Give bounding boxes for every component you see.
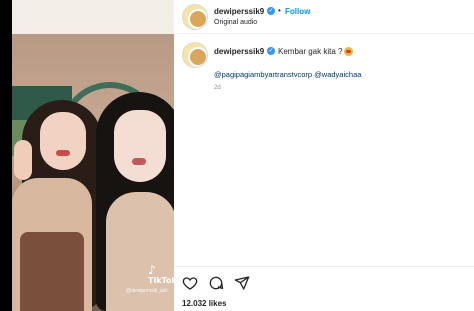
person-left-lips — [56, 150, 70, 156]
ceiling — [12, 0, 174, 34]
caption-text: Kembar gak kita ? — [278, 47, 354, 57]
post-side-panel: dewiperssik9 ✓ • Follow Original audio d… — [174, 0, 474, 311]
heart-icon[interactable] — [182, 275, 198, 291]
person-right-lips — [132, 158, 146, 165]
paper-plane-icon[interactable] — [234, 275, 250, 291]
caption-mentions: @pagipagiambyartranstvcorp @wadyaichaa — [214, 70, 361, 79]
post-actions-bar: 12.032 likes — [174, 266, 474, 311]
verified-badge-icon: ✓ — [267, 7, 275, 15]
caption-verified-badge-icon: ✓ — [267, 47, 275, 55]
likes-count[interactable]: 12.032 likes — [182, 299, 226, 308]
original-audio-link[interactable]: Original audio — [214, 19, 257, 26]
author-username[interactable]: dewiperssik9 — [214, 7, 264, 16]
person-left-hand — [14, 140, 32, 180]
comment-icon[interactable] — [208, 275, 224, 291]
follow-button[interactable]: Follow — [285, 7, 310, 16]
post-timestamp[interactable]: 2d — [214, 85, 221, 91]
person-right-face — [114, 110, 166, 182]
author-avatar[interactable] — [182, 4, 208, 30]
hot-face-emoji-icon — [344, 47, 354, 57]
left-black-bar — [0, 0, 12, 311]
caption-avatar[interactable] — [182, 42, 208, 68]
header-separator: • — [278, 6, 281, 15]
tiktok-watermark: ♪ TikTok — [148, 264, 174, 285]
mention-link[interactable]: @pagipagiambyartranstvcorp — [214, 70, 312, 79]
post-header: dewiperssik9 ✓ • Follow Original audio — [174, 0, 474, 34]
person-left-face — [40, 112, 86, 170]
caption-body: Kembar gak kita ? — [278, 47, 343, 56]
mention-link[interactable]: @wadyaichaa — [314, 70, 361, 79]
tiktok-watermark-label: TikTok — [148, 276, 174, 285]
caption-username[interactable]: dewiperssik9 — [214, 47, 264, 56]
post-media-video[interactable]: ♪ TikTok @dewiperssik_asli — [12, 0, 174, 311]
tiktok-note-icon: ♪ — [148, 263, 156, 277]
person-left-dress — [20, 232, 84, 311]
tiktok-watermark-handle: @dewiperssik_asli — [126, 288, 168, 294]
